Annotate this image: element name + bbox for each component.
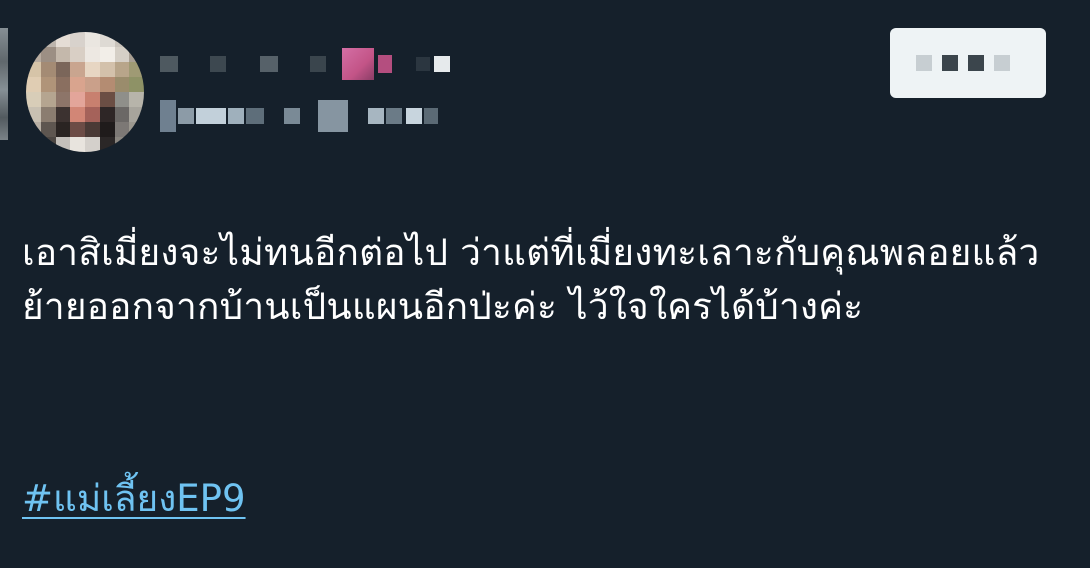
- hashtag-link[interactable]: #แม่เลี้ยงEP9: [22, 472, 246, 526]
- author-name-pixelated[interactable]: [160, 44, 450, 84]
- follow-button-pixel: [942, 55, 958, 71]
- author-handle-pixelated: [160, 98, 438, 134]
- follow-button-pixel: [916, 55, 932, 71]
- scroll-edge: [0, 28, 8, 140]
- follow-button[interactable]: [890, 28, 1046, 98]
- tweet-text: เอาสิเมี่ยงจะไม่ทนอีกต่อไป ว่าแต่ที่เมี่…: [22, 231, 1040, 328]
- follow-button-pixel: [994, 55, 1010, 71]
- follow-button-pixel: [968, 55, 984, 71]
- avatar[interactable]: [26, 32, 144, 152]
